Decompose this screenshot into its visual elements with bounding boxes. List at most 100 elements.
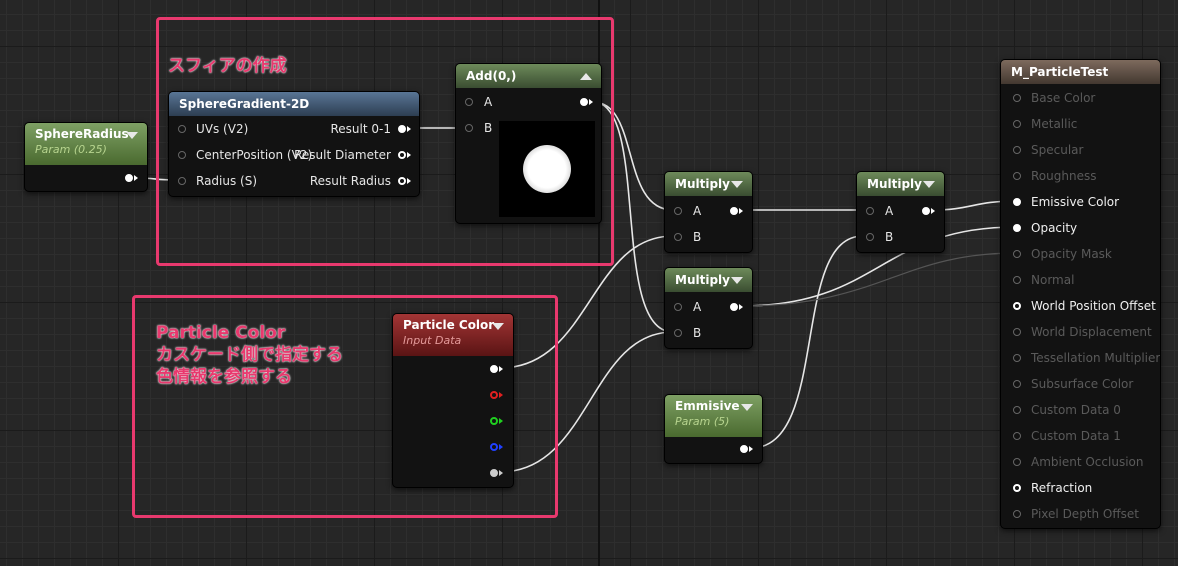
sphere-gradient-title: SphereGradient-2D xyxy=(179,97,310,111)
input-label-a: A xyxy=(693,300,702,314)
multiply-title: Multiply xyxy=(675,273,730,287)
preview-thumbnail xyxy=(499,121,595,217)
multiply-node-2[interactable]: Multiply A B xyxy=(664,267,753,349)
input-pin-center[interactable] xyxy=(178,151,186,159)
output-label-radius: Result Radius xyxy=(309,174,391,188)
input-pin[interactable] xyxy=(1013,198,1021,206)
input-pin[interactable] xyxy=(1013,484,1021,492)
material-pin-label: Custom Data 0 xyxy=(1031,403,1121,417)
particle-annotation-line2: カスケード側で指定する xyxy=(156,345,343,365)
input-pin[interactable] xyxy=(1013,380,1021,388)
output-pin-rgb[interactable] xyxy=(490,365,498,373)
material-pin-label: Opacity Mask xyxy=(1031,247,1112,261)
material-pin-label: Opacity xyxy=(1031,221,1078,235)
output-pin-g[interactable] xyxy=(490,417,498,425)
material-pin-label: Roughness xyxy=(1031,169,1097,183)
output-pin[interactable] xyxy=(125,174,133,182)
material-pin-label: Normal xyxy=(1031,273,1075,287)
input-pin-radius[interactable] xyxy=(178,177,186,185)
material-result-node[interactable]: M_ParticleTest Base Color Metallic Specula… xyxy=(1000,59,1161,529)
input-label-b: B xyxy=(484,121,493,135)
pin-arrow-icon xyxy=(739,304,743,310)
collapse-icon[interactable] xyxy=(126,132,138,139)
material-pin-label: Custom Data 1 xyxy=(1031,429,1121,443)
input-pin-b[interactable] xyxy=(465,124,473,132)
output-pin-diameter[interactable] xyxy=(398,151,406,159)
multiply-node-3[interactable]: Multiply A B xyxy=(856,171,945,253)
pin-arrow-icon xyxy=(407,152,411,158)
collapse-icon[interactable] xyxy=(492,323,504,330)
material-pin-label: World Position Offset xyxy=(1031,299,1156,313)
output-label-result01: Result 0-1 xyxy=(330,122,392,136)
add-node[interactable]: Add(0,) A B xyxy=(455,63,602,224)
output-pin[interactable] xyxy=(730,207,738,215)
multiply-node-1[interactable]: Multiply A B xyxy=(664,171,753,253)
input-label-b: B xyxy=(693,326,702,340)
emmisive-node[interactable]: Emmisive Param (5) xyxy=(664,394,763,464)
input-pin-b[interactable] xyxy=(866,233,874,241)
pin-arrow-icon xyxy=(407,178,411,184)
input-pin-a[interactable] xyxy=(465,98,473,106)
collapse-icon[interactable] xyxy=(923,181,935,188)
collapse-icon[interactable] xyxy=(731,277,743,284)
input-pin-a[interactable] xyxy=(866,207,874,215)
sphere-gradient-node[interactable]: SphereGradient-2D UVs (V2) CenterPositio… xyxy=(168,91,420,197)
output-pin-b[interactable] xyxy=(490,443,498,451)
pin-arrow-icon xyxy=(499,470,503,476)
sphere-preview xyxy=(523,145,571,193)
emmisive-title: Emmisive xyxy=(675,399,740,413)
input-pin[interactable] xyxy=(1013,146,1021,154)
output-pin[interactable] xyxy=(580,98,588,106)
input-pin-uvs[interactable] xyxy=(178,125,186,133)
particle-color-title: Particle Color xyxy=(403,318,495,332)
emmisive-subtitle: Param (5) xyxy=(675,415,730,428)
output-pin-a[interactable] xyxy=(490,469,498,477)
pin-arrow-icon xyxy=(134,175,138,181)
pin-arrow-icon xyxy=(739,208,743,214)
output-pin[interactable] xyxy=(730,303,738,311)
input-pin[interactable] xyxy=(1013,250,1021,258)
input-pin[interactable] xyxy=(1013,302,1021,310)
particle-annotation-line3: 色情報を参照する xyxy=(156,367,292,387)
input-label-b: B xyxy=(693,230,702,244)
input-pin-b[interactable] xyxy=(674,233,682,241)
input-label-radius: Radius (S) xyxy=(196,174,258,188)
particle-annotation-line1: Particle Color xyxy=(156,323,286,343)
input-pin[interactable] xyxy=(1013,172,1021,180)
input-pin[interactable] xyxy=(1013,458,1021,466)
material-pin-label: Refraction xyxy=(1031,481,1093,495)
input-pin[interactable] xyxy=(1013,354,1021,362)
pin-arrow-icon xyxy=(499,392,503,398)
output-pin-radius[interactable] xyxy=(398,177,406,185)
collapse-icon[interactable] xyxy=(741,404,753,411)
collapse-icon[interactable] xyxy=(731,181,743,188)
particle-color-subtitle: Input Data xyxy=(403,334,462,347)
input-pin[interactable] xyxy=(1013,120,1021,128)
pin-arrow-icon xyxy=(499,444,503,450)
output-label-diameter: Result Diameter xyxy=(294,148,391,162)
output-pin[interactable] xyxy=(922,207,930,215)
input-label-b: B xyxy=(885,230,894,244)
material-pin-label: Pixel Depth Offset xyxy=(1031,507,1139,521)
particle-color-node[interactable]: Particle Color Input Data xyxy=(392,313,514,488)
output-pin[interactable] xyxy=(740,445,748,453)
input-pin-a[interactable] xyxy=(674,303,682,311)
input-pin[interactable] xyxy=(1013,94,1021,102)
input-pin[interactable] xyxy=(1013,276,1021,284)
sphere-annotation-title: スフィアの作成 xyxy=(168,56,287,76)
pin-arrow-icon xyxy=(931,208,935,214)
input-pin-a[interactable] xyxy=(674,207,682,215)
input-pin[interactable] xyxy=(1013,224,1021,232)
input-pin[interactable] xyxy=(1013,328,1021,336)
input-pin[interactable] xyxy=(1013,432,1021,440)
pin-arrow-icon xyxy=(589,99,593,105)
material-pin-label: Metallic xyxy=(1031,117,1078,131)
pin-arrow-icon xyxy=(499,366,503,372)
output-pin-result01[interactable] xyxy=(398,125,406,133)
input-pin[interactable] xyxy=(1013,406,1021,414)
sphere-radius-node[interactable]: SphereRadius Param (0.25) xyxy=(24,122,148,192)
input-pin-b[interactable] xyxy=(674,329,682,337)
input-pin[interactable] xyxy=(1013,510,1021,518)
output-pin-r[interactable] xyxy=(490,391,498,399)
collapse-icon[interactable] xyxy=(580,73,592,80)
